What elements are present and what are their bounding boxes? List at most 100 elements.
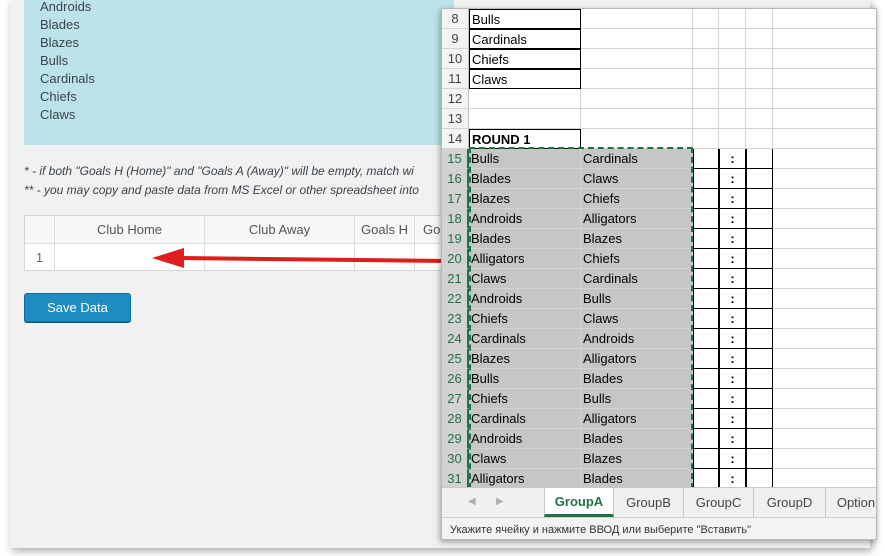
cell-home-team[interactable]: Claws — [469, 269, 581, 289]
cell-home-team[interactable]: Blades — [469, 169, 581, 189]
cell-empty[interactable] — [581, 49, 693, 69]
cell-empty[interactable] — [719, 89, 746, 109]
cell-away-team[interactable]: Alligators — [581, 409, 693, 429]
cell-empty[interactable] — [693, 109, 719, 129]
row-header[interactable]: 18 — [442, 209, 469, 229]
cell-score-separator[interactable]: : — [719, 309, 746, 329]
cell-empty[interactable] — [773, 309, 876, 329]
cell-empty[interactable] — [773, 429, 876, 449]
cell-score-separator[interactable]: : — [719, 209, 746, 229]
tab-scroll-right-icon[interactable]: ▶ — [496, 496, 504, 507]
cell-goals-away[interactable] — [746, 289, 773, 309]
cell-score-separator[interactable]: : — [719, 369, 746, 389]
cell-empty[interactable] — [773, 249, 876, 269]
cell-away-team[interactable]: Cardinals — [581, 269, 693, 289]
cell-empty[interactable] — [746, 9, 773, 29]
cell-score-separator[interactable]: : — [719, 249, 746, 269]
cell-home-team[interactable]: Chiefs — [469, 389, 581, 409]
cell-empty[interactable] — [719, 29, 746, 49]
row-header[interactable]: 20 — [442, 249, 469, 269]
cell-score-separator[interactable]: : — [719, 289, 746, 309]
row-header[interactable]: 29 — [442, 429, 469, 449]
cell-empty[interactable] — [581, 69, 693, 89]
cell-team[interactable]: Chiefs — [469, 49, 581, 69]
cell-empty[interactable] — [773, 69, 876, 89]
cell-score-separator[interactable]: : — [719, 469, 746, 489]
cell-goals-away[interactable] — [746, 329, 773, 349]
cell-score-separator[interactable]: : — [719, 269, 746, 289]
cell-away-team[interactable]: Blazes — [581, 229, 693, 249]
row-header[interactable]: 24 — [442, 329, 469, 349]
cell-goals-home[interactable] — [693, 309, 719, 329]
header-goals-home[interactable]: Goals H — [355, 216, 415, 244]
header-club-home[interactable]: Club Home — [55, 216, 205, 244]
cell-empty[interactable] — [719, 69, 746, 89]
cell-goals-home[interactable] — [693, 149, 719, 169]
cell-empty[interactable] — [581, 129, 693, 149]
tab-groupd[interactable]: GroupD — [754, 488, 826, 517]
row-header[interactable]: 13 — [442, 109, 469, 129]
cell-score-separator[interactable]: : — [719, 429, 746, 449]
row-header[interactable]: 16 — [442, 169, 469, 189]
cell-away-team[interactable]: Bulls — [581, 289, 693, 309]
cell-empty[interactable] — [773, 149, 876, 169]
cell-home-team[interactable]: Chiefs — [469, 309, 581, 329]
cell-goals-away[interactable] — [746, 169, 773, 189]
cell-score-separator[interactable]: : — [719, 449, 746, 469]
cell-empty[interactable] — [746, 69, 773, 89]
cell-team[interactable]: Cardinals — [469, 29, 581, 49]
row-header[interactable]: 30 — [442, 449, 469, 469]
cell-empty[interactable] — [773, 369, 876, 389]
cell-round-title[interactable]: ROUND 1 — [469, 129, 581, 149]
row-header[interactable]: 27 — [442, 389, 469, 409]
cell-team[interactable]: Claws — [469, 69, 581, 89]
cell-away-team[interactable]: Bulls — [581, 389, 693, 409]
cell-empty[interactable] — [581, 109, 693, 129]
cell-away-team[interactable]: Cardinals — [581, 149, 693, 169]
cell-away-team[interactable]: Blazes — [581, 449, 693, 469]
cell-goals-home[interactable] — [693, 369, 719, 389]
cell-goals-away[interactable] — [746, 369, 773, 389]
row-header[interactable]: 28 — [442, 409, 469, 429]
row-header[interactable]: 21 — [442, 269, 469, 289]
cell-away-team[interactable]: Blades — [581, 469, 693, 489]
row-header[interactable]: 17 — [442, 189, 469, 209]
cell-goals-home[interactable] — [693, 329, 719, 349]
cell-empty[interactable] — [693, 89, 719, 109]
cell-empty[interactable] — [773, 189, 876, 209]
cell-club-home[interactable] — [55, 244, 205, 270]
cell-goals-away[interactable] — [746, 389, 773, 409]
cell-goals-home[interactable] — [355, 244, 415, 270]
cell-goals-home[interactable] — [693, 189, 719, 209]
cell-home-team[interactable]: Bulls — [469, 369, 581, 389]
cell-goals-home[interactable] — [693, 449, 719, 469]
tab-groupc[interactable]: GroupC — [684, 488, 754, 517]
cell-goals-home[interactable] — [693, 409, 719, 429]
cell-home-team[interactable]: Bulls — [469, 149, 581, 169]
row-header[interactable]: 22 — [442, 289, 469, 309]
row-header[interactable]: 12 — [442, 89, 469, 109]
cell-empty[interactable] — [773, 289, 876, 309]
cell-empty[interactable] — [746, 89, 773, 109]
cell-empty[interactable] — [746, 49, 773, 69]
cell-goals-home[interactable] — [693, 249, 719, 269]
cell-empty[interactable] — [773, 229, 876, 249]
cell-home-team[interactable]: Blazes — [469, 189, 581, 209]
cell-away-team[interactable]: Claws — [581, 309, 693, 329]
cell-home-team[interactable]: Blades — [469, 229, 581, 249]
cell-goals-away[interactable] — [746, 309, 773, 329]
cell-empty[interactable] — [773, 209, 876, 229]
cell-empty[interactable] — [719, 129, 746, 149]
cell-score-separator[interactable]: : — [719, 329, 746, 349]
cell-empty[interactable] — [773, 29, 876, 49]
tab-groupb[interactable]: GroupB — [614, 488, 684, 517]
cell-home-team[interactable]: Alligators — [469, 469, 581, 489]
cell-goals-away[interactable] — [746, 269, 773, 289]
cell-empty[interactable] — [773, 109, 876, 129]
cell-empty[interactable] — [773, 329, 876, 349]
row-header[interactable]: 23 — [442, 309, 469, 329]
cell-empty[interactable] — [746, 109, 773, 129]
cell-empty[interactable] — [746, 29, 773, 49]
cell-empty[interactable] — [773, 409, 876, 429]
cell-empty[interactable] — [469, 109, 581, 129]
